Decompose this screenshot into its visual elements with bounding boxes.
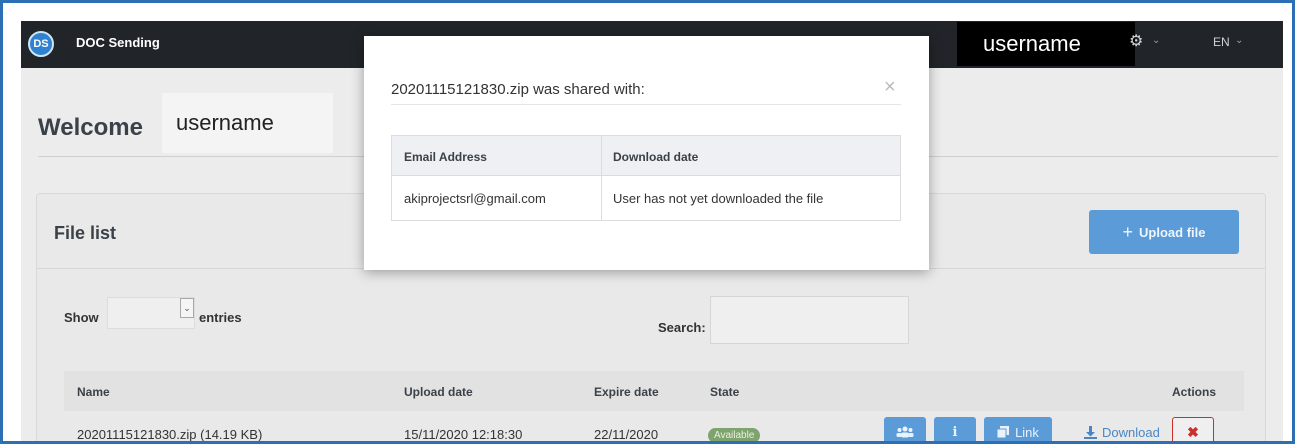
card-title: File list bbox=[54, 223, 117, 243]
delete-button[interactable]: ✖ bbox=[1172, 417, 1214, 441]
column-header-email: Email Address bbox=[404, 150, 487, 164]
search-label: Search: bbox=[658, 320, 706, 335]
table-header: Email Address Download date bbox=[392, 136, 900, 176]
column-header-upload-date[interactable]: Upload date bbox=[404, 385, 473, 399]
shared-with-modal: 20201115121830.zip was shared with: × Em… bbox=[364, 36, 929, 270]
table-header: Name Upload date Expire date State Actio… bbox=[64, 371, 1244, 411]
status-badge: Available bbox=[708, 428, 761, 441]
column-header-actions: Actions bbox=[1172, 385, 1217, 399]
column-header-expire-date[interactable]: Expire date bbox=[594, 385, 659, 399]
file-name-cell: 20201115121830.zip (14.19 KB) bbox=[77, 427, 263, 442]
app-window: DS DOC Sending username ⚙ ⌄ EN ⌄ Welcome… bbox=[0, 0, 1295, 444]
divider bbox=[601, 136, 602, 220]
page-title: Welcome bbox=[38, 114, 143, 141]
plus-icon: + bbox=[1122, 221, 1134, 242]
download-icon bbox=[1084, 426, 1097, 439]
download-link[interactable]: Download bbox=[1084, 425, 1160, 440]
copy-link-button[interactable]: Link bbox=[984, 417, 1052, 441]
user-menu[interactable]: username bbox=[957, 22, 1135, 66]
upload-date-cell: 15/11/2020 12:18:30 bbox=[404, 427, 523, 442]
chevron-down-icon[interactable]: ⌄ bbox=[1235, 35, 1243, 46]
table-row: 20201115121830.zip (14.19 KB) 15/11/2020… bbox=[64, 411, 1244, 442]
language-selector[interactable]: EN bbox=[1213, 35, 1230, 49]
welcome-username: username bbox=[162, 93, 333, 153]
upload-file-button[interactable]: + Upload file bbox=[1089, 210, 1239, 254]
share-users-button[interactable] bbox=[884, 417, 926, 441]
app-logo: DS bbox=[28, 31, 54, 57]
show-label: Show bbox=[64, 310, 99, 325]
shared-with-table: Email Address Download date akiprojectsr… bbox=[391, 135, 901, 221]
download-label: Download bbox=[1102, 425, 1160, 440]
modal-title: 20201115121830.zip was shared with: bbox=[391, 81, 645, 98]
entries-label: entries bbox=[199, 310, 242, 325]
expire-date-cell: 22/11/2020 bbox=[594, 427, 659, 442]
link-label: Link bbox=[1015, 424, 1039, 440]
column-header-download-date: Download date bbox=[613, 150, 699, 164]
download-date-cell: User has not yet downloaded the file bbox=[613, 191, 824, 206]
gear-icon[interactable]: ⚙ bbox=[1129, 31, 1143, 51]
column-header-name[interactable]: Name bbox=[77, 385, 110, 399]
users-icon bbox=[896, 426, 914, 438]
close-icon[interactable]: × bbox=[884, 76, 896, 99]
copy-icon bbox=[997, 426, 1010, 438]
search-input[interactable] bbox=[710, 296, 909, 344]
info-button[interactable]: i bbox=[934, 417, 976, 441]
divider bbox=[391, 104, 901, 105]
chevron-down-icon[interactable]: ⌄ bbox=[180, 298, 194, 318]
app-title[interactable]: DOC Sending bbox=[76, 35, 160, 50]
upload-file-label: Upload file bbox=[1139, 224, 1206, 240]
entries-select[interactable]: ⌄ bbox=[107, 297, 195, 329]
chevron-down-icon[interactable]: ⌄ bbox=[1152, 35, 1160, 46]
close-icon: ✖ bbox=[1187, 423, 1199, 440]
email-cell: akiprojectsrl@gmail.com bbox=[404, 191, 546, 206]
info-icon: i bbox=[952, 424, 958, 440]
column-header-state[interactable]: State bbox=[710, 385, 739, 399]
